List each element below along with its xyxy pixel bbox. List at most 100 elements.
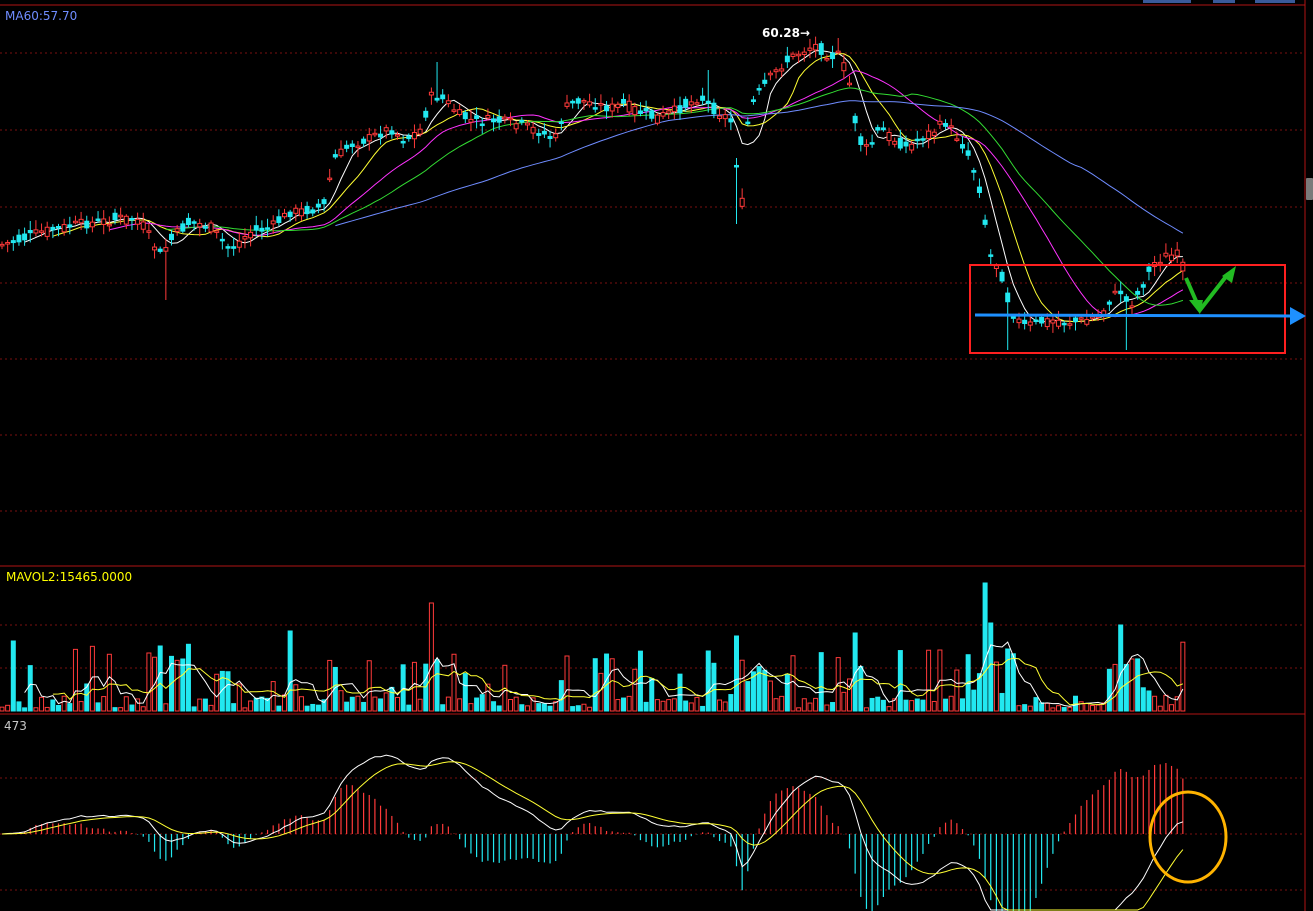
volume-bar-up [790, 655, 796, 712]
candle-down [344, 144, 350, 149]
volume-bar-up [779, 695, 785, 712]
volume-bar-up [807, 702, 813, 712]
mavol2-label: MAVOL2:15465.0000 [6, 570, 132, 584]
volume-bar-up [106, 653, 112, 712]
toolbar-tab[interactable] [1255, 0, 1295, 3]
volume-bar-down [734, 635, 739, 712]
candle-down [462, 112, 468, 120]
stock-chart[interactable]: MA60:57.70 60.28→ MAVOL2:15465.0000 473 [0, 0, 1313, 911]
volume-bar-down [971, 689, 977, 712]
ma10-line [52, 53, 1184, 323]
candle-down [965, 150, 971, 156]
volume-bar-up [824, 704, 830, 712]
candle-down [1073, 317, 1078, 322]
volume-bar-down [960, 698, 965, 712]
volume-bar-down [22, 707, 28, 712]
macd-histogram [7, 763, 1184, 911]
candle-down [112, 212, 118, 221]
volume-bar-down [711, 662, 717, 712]
candle-up [5, 242, 11, 245]
candle-up [993, 265, 999, 270]
candle-up [513, 123, 519, 130]
candle-down [496, 116, 502, 123]
candle-up [1016, 318, 1022, 324]
candle-down [1146, 266, 1152, 272]
volume-bar-down [903, 699, 909, 712]
candle-down [219, 238, 225, 242]
price-candles [0, 36, 1186, 350]
volume-bar-down [592, 658, 598, 712]
volume-bar-down [649, 677, 655, 712]
volume-bar-down [519, 704, 525, 712]
volume-bar-down [677, 673, 683, 712]
candle-down [897, 137, 903, 149]
moving-average-lines [24, 50, 1184, 323]
volume-bar-up [948, 695, 954, 712]
candle-down [1135, 290, 1141, 295]
volume-bar-up [1112, 663, 1118, 712]
volume-bar-up [146, 652, 152, 712]
candle-down [157, 248, 163, 252]
volume-bar-up [1016, 705, 1022, 712]
volume-bar-up [163, 703, 169, 712]
candle-up [383, 127, 389, 132]
candle-up [654, 114, 660, 124]
candle-up [39, 230, 45, 233]
volume-bar-up [1050, 707, 1056, 712]
macd-label: 473 [4, 719, 27, 733]
volume-bar-down [1118, 624, 1124, 712]
candle-down [95, 218, 101, 222]
candle-up [587, 101, 593, 106]
volume-bar-up [609, 658, 615, 712]
volume-bar-up [993, 661, 999, 712]
candle-down [1005, 292, 1011, 303]
candle-down [756, 88, 762, 91]
volume-bar-up [1095, 704, 1101, 712]
volume-bar-down [304, 705, 310, 712]
volume-bar-up [660, 700, 666, 712]
vertical-scrollbar-thumb[interactable] [1306, 178, 1313, 200]
candle-down [745, 121, 751, 125]
candle-up [671, 105, 677, 113]
candle-down [202, 226, 208, 229]
volume-bar-up [813, 697, 819, 712]
candle-down [474, 115, 480, 119]
volume-bar-down [988, 622, 994, 712]
candle-up [773, 69, 779, 73]
volume-bar-down [1123, 663, 1129, 712]
volume-bar-down [1106, 668, 1112, 712]
volume-bar-down [914, 698, 920, 712]
candle-down [875, 127, 881, 131]
candle-down [1033, 319, 1039, 323]
candle-up [457, 109, 463, 115]
toolbar-tab[interactable] [1213, 0, 1235, 3]
volume-bar-down [982, 582, 988, 712]
volume-bar-down [728, 694, 734, 712]
volume-bar-up [1089, 704, 1095, 712]
candle-up [1027, 321, 1033, 326]
volume-bar-down [27, 665, 33, 712]
candle-up [1056, 319, 1062, 327]
volume-bar-down [700, 705, 706, 712]
volume-bar-down [643, 701, 649, 712]
candle-down [734, 164, 739, 168]
volume-bar-up [1129, 658, 1135, 712]
volume-bar-down [869, 697, 875, 712]
candle-down [1039, 316, 1045, 324]
candle-up [530, 126, 536, 134]
toolbar-tab[interactable] [1143, 0, 1191, 3]
macd-highlight-circle [1148, 790, 1228, 884]
volume-bar-down [875, 696, 881, 712]
candle-down [10, 240, 16, 244]
volume-bar-down [621, 697, 626, 712]
volume-bar-down [202, 698, 208, 712]
candle-down [129, 217, 135, 221]
volume-bar-up [457, 698, 463, 712]
volume-bar-down [570, 706, 576, 712]
candle-down [406, 135, 412, 140]
candle-down [1123, 296, 1129, 302]
candle-down [519, 119, 525, 123]
volume-bar-up [101, 696, 107, 712]
candle-up [1050, 319, 1056, 324]
volume-bar-down [496, 705, 502, 712]
